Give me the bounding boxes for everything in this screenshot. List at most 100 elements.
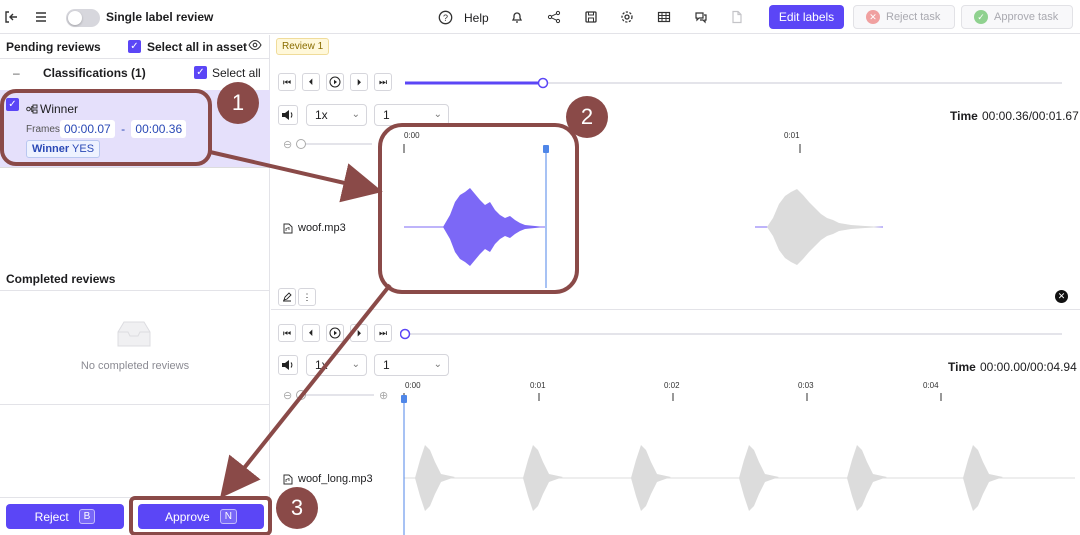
save-icon[interactable] (580, 6, 602, 28)
review-tag[interactable]: Review 1 (276, 38, 330, 55)
tick-label: 0:03 (798, 381, 814, 390)
zoom-slider[interactable] (294, 137, 374, 151)
tick-label: 0:01 (784, 131, 800, 140)
track1-waveform[interactable] (395, 140, 1075, 288)
step-back-icon[interactable]: ⏴ (302, 73, 320, 91)
share-icon[interactable] (543, 6, 565, 28)
single-label-toggle[interactable] (66, 9, 100, 27)
annotation-marker-1: 1 (217, 82, 259, 124)
help-icon[interactable]: ? (434, 6, 456, 28)
zoom-out-icon[interactable]: ⊖ (283, 138, 292, 151)
select-all-label: Select all (212, 66, 261, 80)
eye-icon[interactable] (248, 39, 262, 54)
reject-circle-icon: ✕ (866, 10, 880, 24)
step-forward-icon[interactable]: ⏵ (350, 324, 368, 342)
track2-filename: woof_long.mp3 (298, 473, 373, 485)
skip-forward-icon[interactable]: ⏭ (374, 324, 392, 342)
audio-file-icon (283, 474, 293, 484)
reject-button[interactable]: Reject B (6, 504, 124, 529)
step-forward-icon[interactable]: ⏵ (350, 73, 368, 91)
zoom-out-icon[interactable]: ⊖ (283, 389, 292, 402)
frames-label: Frames (26, 124, 60, 135)
track2-waveform[interactable] (395, 390, 1075, 535)
toggle-label: Single label review (106, 10, 214, 24)
step-back-icon[interactable]: ⏴ (302, 324, 320, 342)
empty-state-text: No completed reviews (80, 360, 190, 372)
divider (0, 290, 270, 291)
select-all-asset-checkbox[interactable]: ✓ (128, 40, 141, 53)
channel-value: 1 (383, 358, 390, 372)
gear-icon[interactable] (616, 6, 638, 28)
track1-file: woof.mp3 (283, 222, 346, 234)
status-badge: Winner YES (26, 140, 101, 158)
speed-select[interactable]: 1x ⌄ (306, 354, 367, 376)
speed-select[interactable]: 1x ⌄ (306, 104, 367, 126)
annotation-marker-3: 3 (276, 487, 318, 529)
channel-select[interactable]: 1 ⌄ (374, 354, 449, 376)
track2-progress[interactable] (400, 325, 1065, 343)
classifications-header: Classifications (1) (43, 66, 146, 80)
approve-circle-icon: ✓ (974, 10, 988, 24)
approve-label: Approve (165, 509, 210, 524)
reject-task-button[interactable]: ✕ Reject task (853, 5, 955, 29)
table-icon[interactable] (653, 6, 675, 28)
zoom-slider[interactable] (294, 388, 376, 402)
top-bar: Single label review ? Help Edit labels ✕… (0, 0, 1080, 34)
reject-task-label: Reject task (886, 11, 941, 23)
edit-labels-button[interactable]: Edit labels (769, 5, 844, 29)
tick-label: 0:02 (664, 381, 680, 390)
document-icon[interactable] (726, 6, 748, 28)
more-options-icon[interactable]: ⋮ (298, 288, 316, 306)
channel-select[interactable]: 1 ⌄ (374, 104, 449, 126)
tick-label: 0:00 (404, 131, 420, 140)
chevron-down-icon: ⌄ (433, 359, 442, 370)
item-checkbox[interactable]: ✓ (6, 98, 19, 111)
badge-value: YES (72, 143, 95, 155)
classification-icon (26, 103, 38, 117)
speed-value: 1x (315, 358, 328, 372)
reject-shortcut: B (78, 509, 96, 524)
time-label: Time (950, 109, 978, 123)
menu-icon[interactable] (30, 6, 52, 28)
tick-label: 0:00 (405, 381, 421, 390)
divider (0, 497, 270, 498)
approve-task-button[interactable]: ✓ Approve task (961, 5, 1073, 29)
select-all-checkbox[interactable]: ✓ (194, 66, 207, 79)
frame-start[interactable]: 00:00.07 (60, 120, 115, 138)
exit-icon[interactable] (0, 6, 22, 28)
time-readout: 00:00.00/00:04.94 (980, 360, 1077, 374)
track1-progress-knob (537, 77, 549, 89)
skip-back-icon[interactable]: ⏮ (278, 324, 296, 342)
track1-progress[interactable] (400, 74, 1065, 92)
comments-icon[interactable] (690, 6, 712, 28)
track-separator (271, 309, 1080, 310)
skip-back-icon[interactable]: ⏮ (278, 73, 296, 91)
time-label: Time (948, 360, 976, 374)
play-icon[interactable] (326, 73, 344, 91)
skip-forward-icon[interactable]: ⏭ (374, 73, 392, 91)
edit-icon[interactable] (278, 288, 296, 306)
zoom-in-icon[interactable]: ⊕ (379, 389, 388, 402)
help-link[interactable]: Help (464, 11, 489, 25)
audio-file-icon (283, 223, 293, 233)
approve-task-label: Approve task (994, 11, 1059, 23)
chevron-down-icon: ⌄ (351, 109, 360, 120)
track2-playhead-handle (401, 395, 407, 403)
track1-filename: woof.mp3 (298, 222, 346, 234)
play-icon[interactable] (326, 324, 344, 342)
tick-label: 0:04 (923, 381, 939, 390)
frame-end[interactable]: 00:00.36 (131, 120, 187, 138)
annotation-marker-2: 2 (566, 96, 608, 138)
bell-icon[interactable] (506, 6, 528, 28)
speed-value: 1x (315, 108, 328, 122)
select-all-asset-label: Select all in asset (147, 40, 248, 54)
reject-label: Reject (34, 509, 69, 524)
svg-text:?: ? (442, 13, 447, 23)
close-icon[interactable]: ✕ (1055, 290, 1068, 303)
divider (0, 58, 270, 59)
collapse-icon[interactable]: – (13, 66, 20, 80)
chevron-down-icon: ⌄ (351, 359, 360, 370)
approve-button[interactable]: Approve N (138, 504, 264, 529)
volume-icon[interactable] (278, 105, 298, 125)
volume-icon[interactable] (278, 355, 298, 375)
